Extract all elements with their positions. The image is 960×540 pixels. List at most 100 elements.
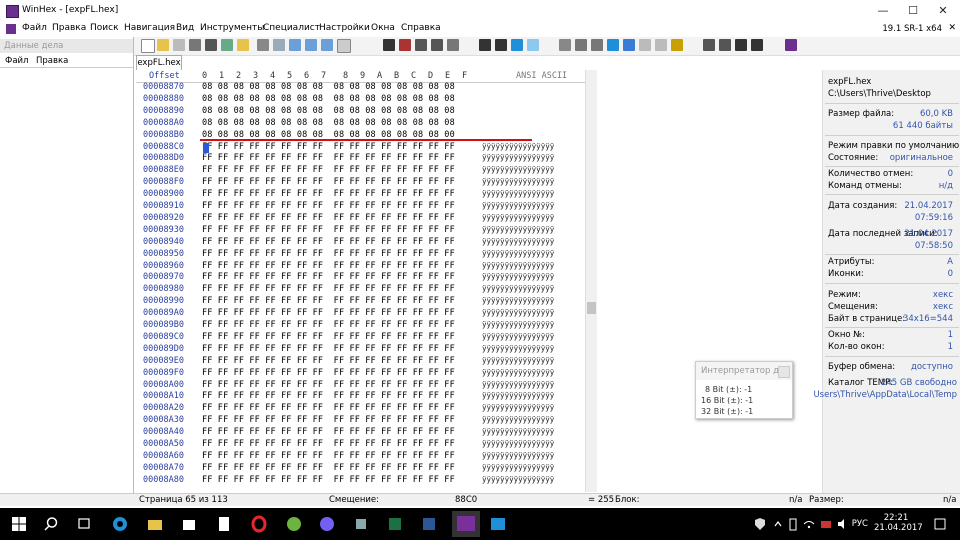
row-ascii[interactable]: ÿÿÿÿÿÿÿÿÿÿÿÿÿÿÿÿ <box>482 427 554 436</box>
maximize-button[interactable]: ☐ <box>898 0 928 21</box>
system-clock[interactable]: 22:21 21.04.2017 <box>874 513 923 533</box>
row-ascii[interactable]: ÿÿÿÿÿÿÿÿÿÿÿÿÿÿÿÿ <box>482 308 554 317</box>
nav-left-icon[interactable] <box>735 39 747 51</box>
web-icon[interactable] <box>671 39 683 51</box>
hex-row[interactable]: 000088F0 FF FF FF FF FF FF FF FF FF FF FF… <box>136 177 586 189</box>
new-file-icon[interactable] <box>141 39 155 53</box>
book-icon[interactable] <box>785 39 797 51</box>
row-bytes[interactable]: FF FF FF FF FF FF FF FF FF FF FF FF FF F… <box>202 475 455 485</box>
pen-app-icon[interactable] <box>352 515 370 533</box>
row-bytes[interactable]: FF FF FF FF FF FF FF FF FF FF FF FF FF F… <box>202 439 455 449</box>
tools-icon[interactable] <box>703 39 715 51</box>
row-ascii[interactable]: ÿÿÿÿÿÿÿÿÿÿÿÿÿÿÿÿ <box>482 213 554 222</box>
hex-row[interactable]: 00008A70 FF FF FF FF FF FF FF FF FF FF FF… <box>136 463 586 475</box>
hex-row[interactable]: 00008A50 FF FF FF FF FF FF FF FF FF FF FF… <box>136 439 586 451</box>
row-bytes[interactable]: 08 08 08 08 08 08 08 08 08 08 08 08 08 0… <box>202 106 455 116</box>
menu-navigation[interactable]: Навигация <box>124 23 175 33</box>
row-ascii[interactable]: ÿÿÿÿÿÿÿÿÿÿÿÿÿÿÿÿ <box>482 261 554 270</box>
replace-hex-icon[interactable] <box>431 39 443 51</box>
row-ascii[interactable]: ÿÿÿÿÿÿÿÿÿÿÿÿÿÿÿÿ <box>482 439 554 448</box>
speaker-icon[interactable] <box>639 39 651 51</box>
options-icon[interactable] <box>221 39 233 51</box>
save-icon[interactable] <box>173 39 185 51</box>
tray-app-icon[interactable] <box>819 515 833 533</box>
row-ascii[interactable]: ÿÿÿÿÿÿÿÿÿÿÿÿÿÿÿÿ <box>482 153 554 162</box>
row-ascii[interactable]: ÿÿÿÿÿÿÿÿÿÿÿÿÿÿÿÿ <box>482 356 554 365</box>
hex-row[interactable]: 000088A0 08 08 08 08 08 08 08 08 08 08 08… <box>136 118 586 130</box>
hex-row[interactable]: 00008950 FF FF FF FF FF FF FF FF FF FF FF… <box>136 249 586 261</box>
calculator-app-icon[interactable] <box>215 515 233 533</box>
winhex-taskbar-icon[interactable] <box>452 511 480 537</box>
row-ascii[interactable]: ÿÿÿÿÿÿÿÿÿÿÿÿÿÿÿÿ <box>482 332 554 341</box>
row-ascii[interactable]: ÿÿÿÿÿÿÿÿÿÿÿÿÿÿÿÿ <box>482 415 554 424</box>
disk-image-icon[interactable] <box>575 39 587 51</box>
goto-sector-icon[interactable] <box>495 39 507 51</box>
find-next-icon[interactable] <box>447 39 459 51</box>
close-button[interactable]: ✕ <box>928 0 958 21</box>
hex-row[interactable]: 00008970 FF FF FF FF FF FF FF FF FF FF FF… <box>136 272 586 284</box>
hex-row[interactable]: 00008890 08 08 08 08 08 08 08 08 08 08 08… <box>136 106 586 118</box>
nav-right-icon[interactable] <box>751 39 763 51</box>
copy-icon[interactable] <box>273 39 285 51</box>
menu-options[interactable]: Настройки <box>319 23 370 33</box>
row-ascii[interactable]: ÿÿÿÿÿÿÿÿÿÿÿÿÿÿÿÿ <box>482 368 554 377</box>
row-ascii[interactable]: ÿÿÿÿÿÿÿÿÿÿÿÿÿÿÿÿ <box>482 475 554 484</box>
paste-block-icon[interactable] <box>305 39 317 51</box>
tray-volume-icon[interactable] <box>836 515 848 533</box>
tab-expfl-hex[interactable]: expFL.hex <box>136 55 182 70</box>
task-view-icon[interactable] <box>75 515 93 533</box>
winhex-app-icon[interactable] <box>6 5 19 18</box>
row-ascii[interactable]: ÿÿÿÿÿÿÿÿÿÿÿÿÿÿÿÿ <box>482 284 554 293</box>
excel-icon[interactable] <box>386 515 404 533</box>
print-icon[interactable] <box>189 39 201 51</box>
edge-browser-icon[interactable] <box>111 515 129 533</box>
row-bytes[interactable]: FF FF FF FF FF FF FF FF FF FF FF FF FF F… <box>202 261 455 271</box>
row-bytes[interactable]: FF FF FF FF FF FF FF FF FF FF FF FF FF F… <box>202 451 455 461</box>
back-arrow-icon[interactable] <box>511 39 523 51</box>
row-bytes[interactable]: FF FF FF FF FF FF FF FF FF FF FF FF FF F… <box>202 249 455 259</box>
hex-row[interactable]: 00008980 FF FF FF FF FF FF FF FF FF FF FF… <box>136 284 586 296</box>
hex-row[interactable]: 00008A30 FF FF FF FF FF FF FF FF FF FF FF… <box>136 415 586 427</box>
row-ascii[interactable]: ÿÿÿÿÿÿÿÿÿÿÿÿÿÿÿÿ <box>482 272 554 281</box>
properties-icon[interactable] <box>205 39 217 51</box>
search-icon[interactable] <box>42 515 60 533</box>
row-ascii[interactable]: ÿÿÿÿÿÿÿÿÿÿÿÿÿÿÿÿ <box>482 403 554 412</box>
fill-icon[interactable] <box>337 39 351 53</box>
row-bytes[interactable]: FF FF FF FF FF FF FF FF FF FF FF FF FF F… <box>202 213 455 223</box>
row-bytes[interactable]: FF FF FF FF FF FF FF FF FF FF FF FF FF F… <box>202 165 455 175</box>
row-bytes[interactable]: FF FF FF FF FF FF FF FF FF FF FF FF FF F… <box>202 344 455 354</box>
forward-arrow-icon[interactable] <box>527 39 539 51</box>
hex-row[interactable]: 00008920 FF FF FF FF FF FF FF FF FF FF FF… <box>136 213 586 225</box>
row-bytes[interactable]: FF FF FF FF FF FF FF FF FF FF FF FF FF F… <box>202 427 455 437</box>
hex-row[interactable]: 000089C0 FF FF FF FF FF FF FF FF FF FF FF… <box>136 332 586 344</box>
hex-row[interactable]: 00008A00 FF FF FF FF FF FF FF FF FF FF FF… <box>136 380 586 392</box>
hex-row[interactable]: 00008A10 FF FF FF FF FF FF FF FF FF FF FF… <box>136 391 586 403</box>
utorrent-icon[interactable] <box>285 515 303 533</box>
row-bytes[interactable]: FF FF FF FF FF FF FF FF FF FF FF FF FF F… <box>202 153 455 163</box>
row-bytes[interactable]: FF FF FF FF FF FF FF FF FF FF FF FF FF F… <box>202 308 455 318</box>
hex-row[interactable]: 00008A20 FF FF FF FF FF FF FF FF FF FF FF… <box>136 403 586 415</box>
row-bytes[interactable]: FF FF FF FF FF FF FF FF FF FF FF FF FF F… <box>202 415 455 425</box>
row-ascii[interactable]: ÿÿÿÿÿÿÿÿÿÿÿÿÿÿÿÿ <box>482 344 554 353</box>
row-ascii[interactable]: ÿÿÿÿÿÿÿÿÿÿÿÿÿÿÿÿ <box>482 391 554 400</box>
find-hex-icon[interactable] <box>399 39 411 51</box>
row-ascii[interactable]: ÿÿÿÿÿÿÿÿÿÿÿÿÿÿÿÿ <box>482 296 554 305</box>
row-bytes[interactable]: 08 08 08 08 08 08 08 08 08 08 08 08 08 0… <box>202 118 455 128</box>
row-ascii[interactable]: ÿÿÿÿÿÿÿÿÿÿÿÿÿÿÿÿ <box>482 201 554 210</box>
row-bytes[interactable]: FF FF FF FF FF FF FF FF FF FF FF FF FF F… <box>202 142 455 152</box>
menu-windows[interactable]: Окна <box>371 23 395 33</box>
hex-row[interactable]: 00008870 08 08 08 08 08 08 08 08 08 08 08… <box>136 82 586 94</box>
goto-offset-icon[interactable] <box>479 39 491 51</box>
opera-icon[interactable] <box>250 515 268 533</box>
row-ascii[interactable]: ÿÿÿÿÿÿÿÿÿÿÿÿÿÿÿÿ <box>482 225 554 234</box>
hex-row[interactable]: 000089F0 FF FF FF FF FF FF FF FF FF FF FF… <box>136 368 586 380</box>
row-ascii[interactable]: ÿÿÿÿÿÿÿÿÿÿÿÿÿÿÿÿ <box>482 142 554 151</box>
menu-close-icon[interactable]: ✕ <box>948 23 956 33</box>
hex-row[interactable]: 00008940 FF FF FF FF FF FF FF FF FF FF FF… <box>136 237 586 249</box>
tray-shield-icon[interactable] <box>754 515 766 533</box>
scrollbar-thumb[interactable] <box>587 302 596 314</box>
hex-row[interactable]: 00008880 08 08 08 08 08 08 08 08 08 08 08… <box>136 94 586 106</box>
hex-row[interactable]: 00008A40 FF FF FF FF FF FF FF FF FF FF FF… <box>136 427 586 439</box>
row-bytes[interactable]: FF FF FF FF FF FF FF FF FF FF FF FF FF F… <box>202 463 455 473</box>
row-ascii[interactable]: ÿÿÿÿÿÿÿÿÿÿÿÿÿÿÿÿ <box>482 189 554 198</box>
